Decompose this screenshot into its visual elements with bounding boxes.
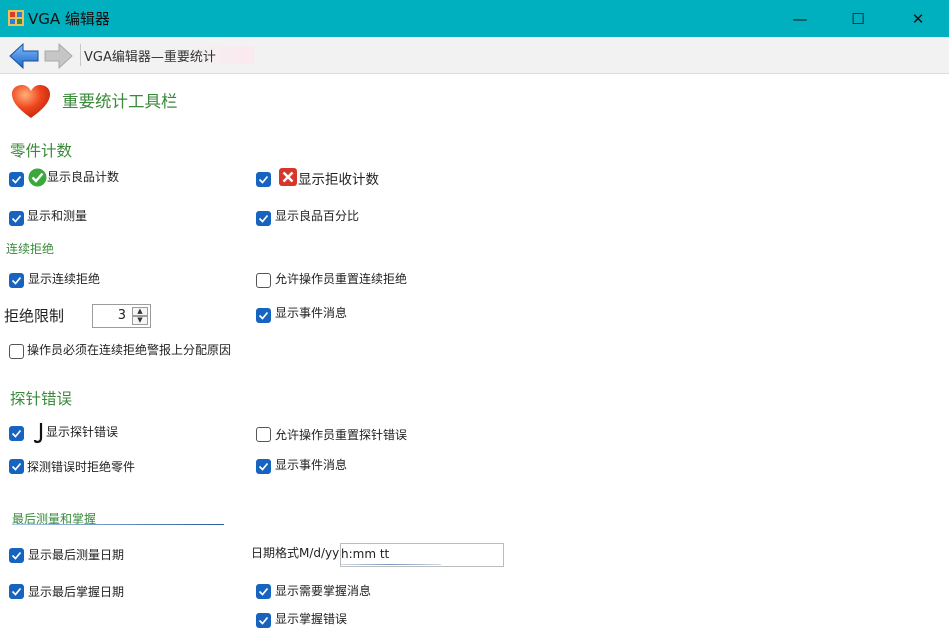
- probe-icon: [33, 423, 43, 444]
- reject-limit-value: 3: [117, 308, 126, 323]
- show-sum-measure-checkbox[interactable]: [9, 211, 24, 226]
- show-event-message-probe-label: 显示事件消息: [275, 458, 348, 472]
- show-probe-error-checkbox[interactable]: [9, 426, 24, 441]
- show-consecutive-reject-checkbox[interactable]: [9, 273, 24, 288]
- show-master-error-label: 显示掌握错误: [275, 612, 348, 626]
- show-good-count-checkbox[interactable]: [9, 172, 24, 187]
- allow-operator-reset-probe-label: 允许操作员重置探针错误: [275, 428, 408, 442]
- show-master-error-checkbox[interactable]: [256, 613, 271, 628]
- nav-separator: [80, 44, 81, 66]
- reject-limit-stepper[interactable]: 3 ▲ ▼: [92, 304, 151, 328]
- red-x-icon: [279, 168, 297, 186]
- operator-must-assign-label: 操作员必须在连续拒绝警报上分配原因: [27, 343, 232, 357]
- heart-icon: [12, 85, 50, 118]
- date-input-underline: [341, 564, 441, 565]
- app-icon: [8, 10, 24, 26]
- forward-arrow-icon[interactable]: [44, 42, 74, 70]
- show-good-count-label: 显示良品计数: [47, 170, 120, 184]
- section-underline: [12, 524, 224, 525]
- green-check-icon: [28, 168, 47, 187]
- chevron-up-icon: ▲: [137, 307, 143, 315]
- section-consecutive-reject: 连续拒绝: [6, 242, 55, 256]
- chevron-down-icon: ▼: [137, 316, 143, 324]
- show-good-percent-checkbox[interactable]: [256, 211, 271, 226]
- show-last-master-date-checkbox[interactable]: [9, 584, 24, 599]
- show-event-message-probe-checkbox[interactable]: [256, 459, 271, 474]
- show-last-master-date-label: 显示最后掌握日期: [28, 585, 125, 599]
- allow-operator-reset-probe-checkbox[interactable]: [256, 427, 271, 442]
- page-title: 重要统计工具栏: [62, 92, 178, 111]
- reject-on-probe-error-label: 探测错误时拒绝零件: [27, 460, 136, 474]
- window-title: VGA 编辑器: [28, 10, 110, 28]
- stepper-down-button[interactable]: ▼: [132, 316, 148, 325]
- breadcrumb: VGA编辑器—重要统计: [84, 46, 254, 65]
- maximize-button[interactable]: ☐: [829, 0, 887, 37]
- back-arrow-icon[interactable]: [8, 42, 40, 70]
- date-format-label: 日期格式M/d/yy: [251, 546, 340, 560]
- close-button[interactable]: ✕: [889, 0, 947, 37]
- show-last-measure-date-checkbox[interactable]: [9, 548, 24, 563]
- show-master-needed-msg-label: 显示需要掌握消息: [275, 584, 372, 598]
- show-event-message-reject-label: 显示事件消息: [275, 306, 348, 320]
- section-probe-error: 探针错误: [10, 390, 73, 408]
- stepper-up-button[interactable]: ▲: [132, 307, 148, 316]
- close-icon: ✕: [911, 9, 925, 28]
- reject-on-probe-error-checkbox[interactable]: [9, 459, 24, 474]
- show-last-measure-date-label: 显示最后测量日期: [28, 548, 125, 562]
- date-format-value: h:mm tt: [341, 547, 390, 561]
- section-parts-count: 零件计数: [10, 142, 73, 160]
- minimize-button[interactable]: —: [771, 0, 829, 37]
- show-probe-error-label: 显示探针错误: [46, 425, 119, 439]
- show-reject-count-checkbox[interactable]: [256, 172, 271, 187]
- operator-must-assign-checkbox[interactable]: [9, 344, 24, 359]
- minimize-icon: —: [792, 9, 808, 28]
- show-consecutive-reject-label: 显示连续拒绝: [28, 272, 101, 286]
- maximize-icon: ☐: [851, 9, 865, 28]
- show-sum-measure-label: 显示和测量: [27, 209, 88, 223]
- show-reject-count-label: 显示拒收计数: [298, 172, 379, 188]
- show-good-percent-label: 显示良品百分比: [275, 209, 360, 223]
- allow-operator-reset-consecutive-checkbox[interactable]: [256, 273, 271, 288]
- reject-limit-label: 拒绝限制: [4, 307, 65, 325]
- allow-operator-reset-consecutive-label: 允许操作员重置连续拒绝: [275, 272, 408, 286]
- show-master-needed-msg-checkbox[interactable]: [256, 584, 271, 599]
- show-event-message-reject-checkbox[interactable]: [256, 308, 271, 323]
